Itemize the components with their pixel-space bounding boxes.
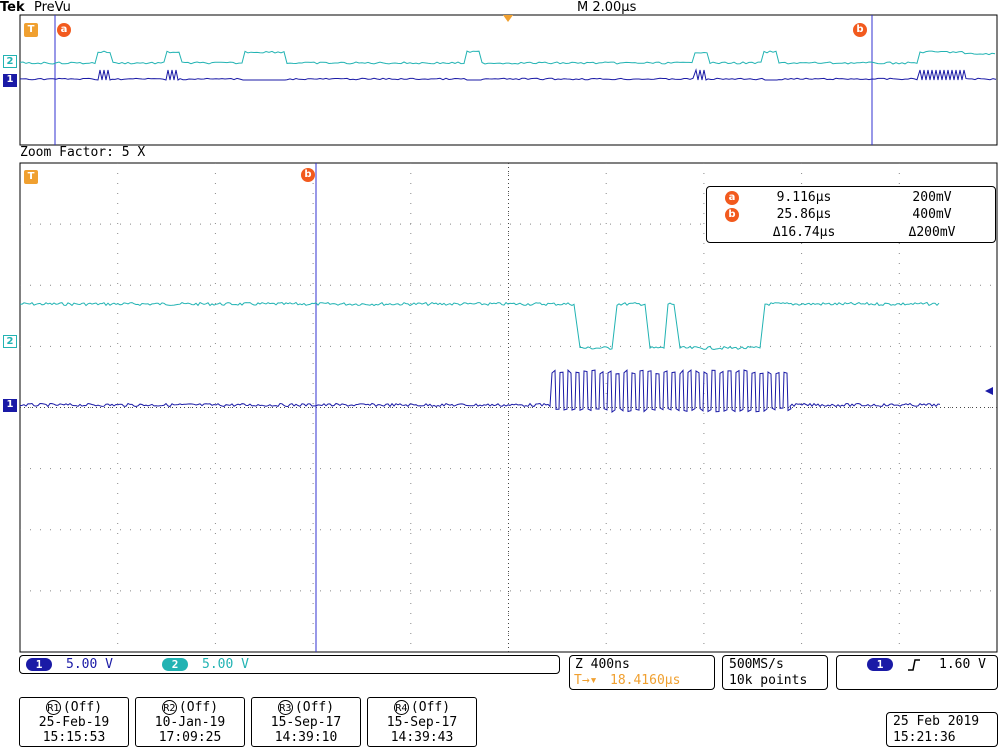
ch2-trace bbox=[19, 301, 940, 351]
ch2-scale[interactable]: 5.00 V bbox=[202, 658, 249, 672]
sample-rate: 500MS/s bbox=[729, 657, 784, 672]
trigger-level: 1.60 V bbox=[939, 657, 986, 672]
reference-r2[interactable]: R2 (Off) 10-Jan-19 17:09:25 bbox=[135, 697, 245, 747]
trigger-source-badge: 1 bbox=[867, 658, 893, 671]
overview-cursor-b-marker[interactable]: b bbox=[853, 23, 867, 37]
cursor-b-volt: 400mV bbox=[912, 207, 952, 222]
r1-time: 15:15:53 bbox=[42, 730, 106, 745]
r3-date: 15-Sep-17 bbox=[270, 715, 342, 730]
reference-r1[interactable]: R1 (Off) 25-Feb-19 15:15:53 bbox=[19, 697, 129, 747]
ch1-scale[interactable]: 5.00 V bbox=[66, 658, 113, 672]
r3-icon: R3 bbox=[277, 700, 293, 715]
r4-icon: R4 bbox=[393, 700, 409, 715]
overview-frame bbox=[19, 14, 998, 146]
r4-time: 14:39:43 bbox=[390, 730, 454, 745]
overview-cursor-a-marker[interactable]: a bbox=[57, 23, 71, 37]
ch1-trace bbox=[19, 369, 941, 413]
readout-cursor-b-icon: b bbox=[725, 208, 739, 222]
current-time: 15:21:36 bbox=[893, 730, 956, 745]
overview-ch1-marker[interactable]: 1 bbox=[3, 74, 17, 87]
overview-ch1-trace bbox=[20, 68, 997, 81]
overview-trigger-marker[interactable]: T bbox=[24, 23, 38, 37]
trigger-indicator-icon bbox=[503, 15, 513, 22]
acquisition-panel[interactable]: 500MS/s 10k points bbox=[722, 655, 828, 690]
ch2-badge[interactable]: 2 bbox=[162, 658, 188, 671]
scope-display bbox=[19, 14, 998, 653]
ch1-ground-marker[interactable]: 1 bbox=[3, 399, 17, 412]
r2-date: 10-Jan-19 bbox=[154, 715, 226, 730]
channel-scale-panel[interactable]: 1 5.00 V 2 5.00 V bbox=[19, 655, 560, 674]
r3-state: (Off) bbox=[294, 700, 335, 715]
zoom-scale: Z 400ns bbox=[575, 657, 630, 672]
zoom-factor-label: Zoom Factor: 5 X bbox=[20, 145, 146, 160]
r1-state: (Off) bbox=[62, 700, 103, 715]
reference-r3[interactable]: R3 (Off) 15-Sep-17 14:39:10 bbox=[251, 697, 361, 747]
r4-date: 15-Sep-17 bbox=[386, 715, 458, 730]
trigger-position: 18.4160µs bbox=[610, 673, 681, 688]
cursor-delta-time: Δ16.74µs bbox=[772, 225, 836, 240]
cursor-delta-volt: Δ200mV bbox=[908, 225, 956, 240]
r1-icon: R1 bbox=[45, 700, 61, 715]
cursor-b-marker[interactable]: b bbox=[301, 168, 315, 182]
r2-state: (Off) bbox=[178, 700, 219, 715]
trigger-level-icon bbox=[985, 387, 993, 395]
r4-state: (Off) bbox=[410, 700, 451, 715]
rising-edge-icon bbox=[908, 659, 920, 671]
cursor-b-time: 25.86µs bbox=[776, 207, 832, 222]
r2-icon: R2 bbox=[161, 700, 177, 715]
ch1-badge[interactable]: 1 bbox=[26, 658, 52, 671]
readout-cursor-a-icon: a bbox=[725, 191, 739, 205]
reference-r4[interactable]: R4 (Off) 15-Sep-17 14:39:43 bbox=[367, 697, 477, 747]
datetime-panel: 25 Feb 2019 15:21:36 bbox=[886, 712, 998, 747]
cursor-a-volt: 200mV bbox=[912, 190, 952, 205]
overview-ch2-marker[interactable]: 2 bbox=[3, 55, 17, 68]
cursor-a-time: 9.116µs bbox=[776, 190, 832, 205]
r3-time: 14:39:10 bbox=[274, 730, 338, 745]
r2-time: 17:09:25 bbox=[158, 730, 222, 745]
overview-ch2-trace bbox=[19, 50, 996, 65]
current-date: 25 Feb 2019 bbox=[893, 714, 980, 729]
trigger-arrow-icon: T→▾ bbox=[574, 673, 598, 688]
cursor-readout: a 9.116µs 200mV b 25.86µs 400mV Δ16.74µs… bbox=[706, 186, 996, 243]
trigger-panel[interactable]: 1 1.60 V bbox=[836, 655, 998, 690]
r1-date: 25-Feb-19 bbox=[38, 715, 110, 730]
record-length: 10k points bbox=[729, 673, 808, 688]
horizontal-panel[interactable]: Z 400ns T→▾ 18.4160µs bbox=[569, 655, 715, 690]
ch2-ground-marker[interactable]: 2 bbox=[3, 335, 17, 348]
trigger-position-marker[interactable]: T bbox=[24, 170, 38, 184]
